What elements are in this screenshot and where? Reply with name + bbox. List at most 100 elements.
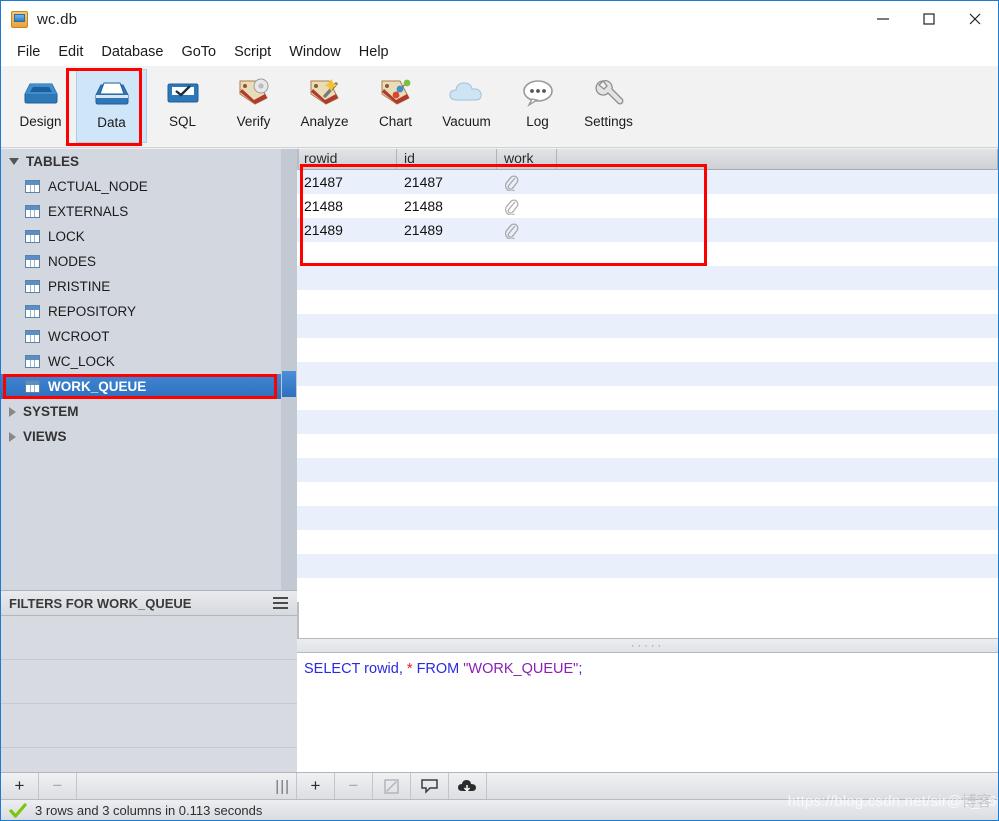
cell-blank[interactable] bbox=[557, 194, 998, 218]
remove-row-button[interactable]: − bbox=[335, 773, 373, 799]
sql-editor[interactable]: SELECT rowid, * FROM "WORK_QUEUE"; bbox=[297, 653, 998, 772]
cell-rowid[interactable]: 21488 bbox=[297, 194, 397, 218]
panel-resize-grip[interactable]: ||| bbox=[77, 773, 297, 799]
cell-rowid[interactable]: 21487 bbox=[297, 170, 397, 194]
grid-empty-row bbox=[297, 338, 998, 362]
grid-header-work[interactable]: work bbox=[497, 149, 557, 169]
filter-row[interactable] bbox=[1, 704, 297, 748]
sql-token-table: "WORK_QUEUE" bbox=[463, 661, 579, 677]
toolbar-button-chart[interactable]: Chart bbox=[360, 69, 431, 143]
toolbar-button-sql[interactable]: SQL bbox=[147, 69, 218, 143]
table-row[interactable]: 21487 21487 bbox=[297, 170, 998, 194]
grid-empty-row bbox=[297, 386, 998, 410]
toolbar-button-design[interactable]: Design bbox=[5, 69, 76, 143]
filter-row[interactable] bbox=[1, 660, 297, 704]
sidebar-item-externals[interactable]: EXTERNALS bbox=[1, 199, 297, 224]
export-button[interactable] bbox=[449, 773, 487, 799]
sidebar-item-pristine[interactable]: PRISTINE bbox=[1, 274, 297, 299]
wrench-icon bbox=[589, 69, 629, 113]
filters-panel: FILTERS FOR WORK_QUEUE bbox=[1, 590, 297, 792]
grid-header-rowid[interactable]: rowid bbox=[297, 149, 397, 169]
sidebar-scrollbar[interactable] bbox=[281, 149, 297, 590]
menu-edit[interactable]: Edit bbox=[49, 42, 92, 62]
grid-empty-row bbox=[297, 314, 998, 338]
cell-work[interactable] bbox=[497, 218, 557, 242]
cell-blank[interactable] bbox=[557, 218, 998, 242]
sidebar-scrollbar-thumb[interactable] bbox=[282, 371, 296, 397]
toolbar-label-design: Design bbox=[19, 114, 62, 129]
main-toolbar: Design Data SQL Verify Analyze Chart Vac… bbox=[1, 66, 998, 148]
grid-header-id[interactable]: id bbox=[397, 149, 497, 169]
table-icon bbox=[25, 330, 40, 343]
table-row[interactable]: 21488 21488 bbox=[297, 194, 998, 218]
menu-database[interactable]: Database bbox=[92, 42, 172, 62]
sidebar-group-label-tables: TABLES bbox=[26, 154, 79, 169]
comment-button[interactable] bbox=[411, 773, 449, 799]
cloud-icon bbox=[446, 69, 488, 113]
toolbar-button-data[interactable]: Data bbox=[76, 69, 147, 143]
cell-id[interactable]: 21487 bbox=[397, 170, 497, 194]
menu-script[interactable]: Script bbox=[225, 42, 280, 62]
edit-cell-button[interactable] bbox=[373, 773, 411, 799]
blob-attachment-icon bbox=[504, 199, 519, 215]
table-row[interactable]: 21489 21489 bbox=[297, 218, 998, 242]
grid-empty-row bbox=[297, 290, 998, 314]
application-window: wc.db File Edit Database GoTo Script Win… bbox=[0, 0, 999, 821]
sidebar-group-system[interactable]: SYSTEM bbox=[1, 399, 297, 424]
pane-splitter[interactable]: ····· bbox=[297, 638, 998, 653]
toolbar-label-log: Log bbox=[526, 114, 549, 129]
sidebar-group-views[interactable]: VIEWS bbox=[1, 424, 297, 449]
sidebar-item-nodes[interactable]: NODES bbox=[1, 249, 297, 274]
data-tray-icon bbox=[92, 70, 132, 114]
design-tray-icon bbox=[21, 69, 61, 113]
minimize-button[interactable] bbox=[860, 1, 906, 37]
menu-goto[interactable]: GoTo bbox=[172, 42, 225, 62]
analyze-tag-wand-icon bbox=[305, 69, 345, 113]
toolbar-button-log[interactable]: Log bbox=[502, 69, 573, 143]
cell-id[interactable]: 21488 bbox=[397, 194, 497, 218]
sql-token-select: SELECT rowid, bbox=[304, 661, 403, 677]
status-text: 3 rows and 3 columns in 0.113 seconds bbox=[35, 803, 263, 818]
toolbar-label-verify: Verify bbox=[236, 114, 271, 129]
table-icon bbox=[25, 255, 40, 268]
grid-empty-row bbox=[297, 266, 998, 290]
toolbar-button-analyze[interactable]: Analyze bbox=[289, 69, 360, 143]
cell-blank[interactable] bbox=[557, 170, 998, 194]
hamburger-icon[interactable] bbox=[273, 594, 288, 612]
toolbar-button-vacuum[interactable]: Vacuum bbox=[431, 69, 502, 143]
toolbar-label-vacuum: Vacuum bbox=[442, 114, 491, 129]
sidebar-item-wc-lock[interactable]: WC_LOCK bbox=[1, 349, 297, 374]
close-button[interactable] bbox=[952, 1, 998, 37]
toolbar-button-settings[interactable]: Settings bbox=[573, 69, 644, 143]
grid-header-blank[interactable] bbox=[557, 149, 998, 169]
sidebar-item-repository[interactable]: REPOSITORY bbox=[1, 299, 297, 324]
filters-header: FILTERS FOR WORK_QUEUE bbox=[1, 591, 297, 616]
data-grid: rowid id work 21487 21487 21488 21488 21… bbox=[297, 149, 998, 638]
sidebar-item-wcroot[interactable]: WCROOT bbox=[1, 324, 297, 349]
sql-token-from: FROM bbox=[416, 661, 464, 677]
menu-file[interactable]: File bbox=[8, 42, 49, 62]
sidebar-item-label: PRISTINE bbox=[48, 279, 111, 294]
sidebar-group-label-system: SYSTEM bbox=[23, 404, 79, 419]
sidebar-item-lock[interactable]: LOCK bbox=[1, 224, 297, 249]
grid-empty-row bbox=[297, 434, 998, 458]
sidebar-item-label: WORK_QUEUE bbox=[48, 379, 147, 394]
add-row-button[interactable]: + bbox=[297, 773, 335, 799]
grid-empty-row bbox=[297, 578, 998, 602]
cell-work[interactable] bbox=[497, 170, 557, 194]
sidebar-item-work-queue[interactable]: WORK_QUEUE bbox=[1, 374, 297, 399]
cell-id[interactable]: 21489 bbox=[397, 218, 497, 242]
toolbar-button-verify[interactable]: Verify bbox=[218, 69, 289, 143]
add-filter-button[interactable]: + bbox=[1, 773, 39, 799]
sidebar-group-tables[interactable]: TABLES bbox=[1, 149, 297, 174]
cell-rowid[interactable]: 21489 bbox=[297, 218, 397, 242]
maximize-button[interactable] bbox=[906, 1, 952, 37]
cell-work[interactable] bbox=[497, 194, 557, 218]
grid-empty-row bbox=[297, 482, 998, 506]
chevron-right-icon bbox=[9, 406, 16, 417]
filter-row[interactable] bbox=[1, 616, 297, 660]
menu-help[interactable]: Help bbox=[350, 42, 398, 62]
sidebar-item-actual-node[interactable]: ACTUAL_NODE bbox=[1, 174, 297, 199]
menu-window[interactable]: Window bbox=[280, 42, 350, 62]
remove-filter-button[interactable]: − bbox=[39, 773, 77, 799]
